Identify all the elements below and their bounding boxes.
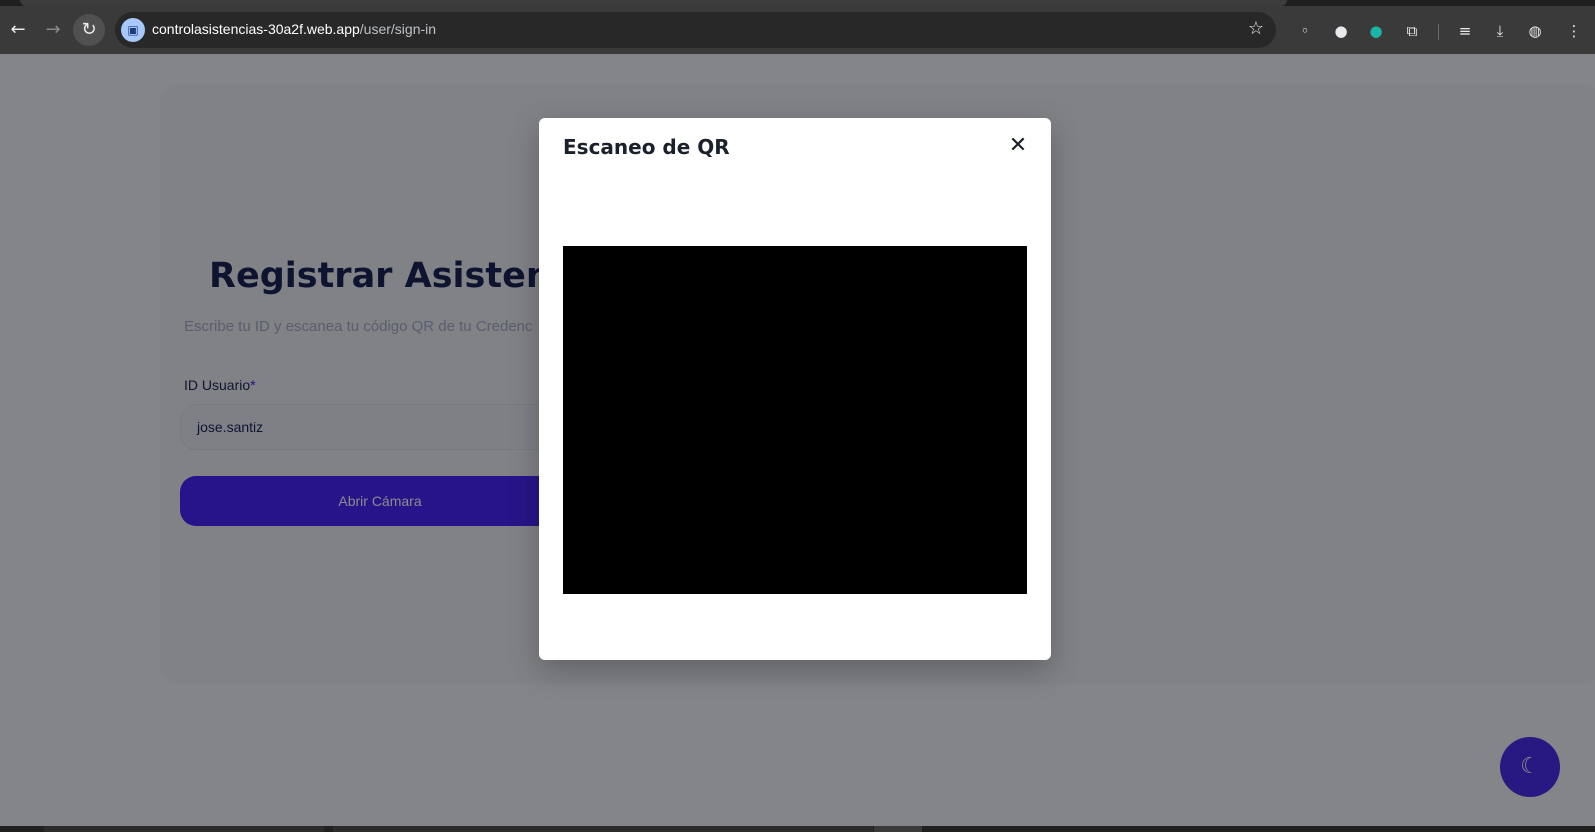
back-button[interactable]: ← [2, 14, 34, 46]
taskbar-item-1[interactable] [44, 826, 324, 832]
url-host: controlasistencias-30a2f.web.app [152, 21, 360, 37]
close-icon[interactable]: ✕ [1002, 130, 1034, 162]
profile-avatar-icon[interactable]: ◍ [1524, 20, 1546, 42]
reload-button[interactable]: ↻ [73, 14, 105, 46]
menu-kebab-icon[interactable]: ⋮ [1563, 20, 1585, 42]
camera-site-icon[interactable]: ▣ [121, 18, 145, 42]
modal-title: Escaneo de QR [563, 135, 730, 159]
reading-list-icon[interactable]: ≡ [1454, 20, 1476, 42]
extension-icon-1[interactable]: ◦ [1294, 20, 1316, 42]
download-icon[interactable]: ⤓ [1489, 20, 1511, 42]
forward-button[interactable]: → [37, 14, 69, 46]
url-path: /user/sign-in [359, 21, 437, 37]
camera-video-feed [563, 246, 1027, 594]
arrow-right-icon: → [45, 19, 61, 40]
browser-toolbar: ← → ↻ ▣ controlasistencias-30a2f.web.app… [0, 6, 1595, 54]
os-taskbar [0, 826, 1595, 832]
qr-scan-modal: Escaneo de QR ✕ [539, 118, 1051, 660]
address-bar[interactable]: ▣ controlasistencias-30a2f.web.app/user/… [115, 12, 1276, 48]
bookmark-star-icon[interactable]: ☆ [1248, 18, 1264, 39]
reload-icon: ↻ [81, 19, 97, 40]
puzzle-extensions-icon[interactable]: ⧉ [1401, 20, 1423, 42]
taskbar-item-2[interactable] [333, 826, 873, 832]
arrow-left-icon: ← [10, 19, 26, 40]
extension-icon-2[interactable]: ● [1330, 20, 1352, 42]
extension-icon-3[interactable]: ● [1365, 20, 1387, 42]
taskbar-item-3[interactable] [874, 826, 922, 832]
url-text: controlasistencias-30a2f.web.app/user/si… [152, 21, 436, 37]
toolbar-separator [1438, 24, 1439, 40]
